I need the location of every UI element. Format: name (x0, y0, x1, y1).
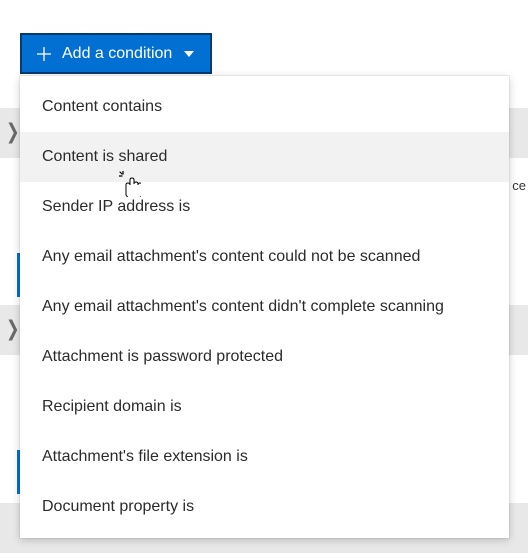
condition-option-label: Content is shared (42, 148, 167, 166)
condition-option[interactable]: Any email attachment's content could not… (20, 232, 509, 282)
plus-icon (36, 46, 52, 62)
chevron-right-icon: ❯ (6, 119, 19, 145)
condition-option-label: Attachment is password protected (42, 348, 283, 366)
condition-option-label: Sender IP address is (42, 198, 190, 216)
condition-option[interactable]: Recipient domain is (20, 382, 509, 432)
condition-option[interactable]: Content is shared (20, 132, 509, 182)
condition-option[interactable]: Content contains (20, 82, 509, 132)
condition-dropdown: Content contains Content is shared Sender … (20, 76, 509, 538)
condition-option-label: Recipient domain is (42, 398, 182, 416)
condition-option-label: Content contains (42, 98, 162, 116)
condition-option[interactable]: Document property is (20, 482, 509, 532)
condition-option[interactable]: Attachment's file extension is (20, 432, 509, 482)
condition-option[interactable]: Any email attachment's content didn't co… (20, 282, 509, 332)
condition-option-label: Any email attachment's content could not… (42, 248, 420, 266)
chevron-right-icon: ❯ (6, 316, 19, 342)
condition-option[interactable]: Attachment is password protected (20, 332, 509, 382)
condition-option[interactable]: Sender IP address is (20, 182, 509, 232)
background-text-fragment: ce (512, 178, 526, 193)
condition-option-label: Attachment's file extension is (42, 448, 248, 466)
add-condition-label: Add a condition (62, 45, 172, 63)
condition-option-label: Document property is (42, 498, 194, 516)
condition-option-label: Any email attachment's content didn't co… (42, 298, 444, 316)
add-condition-button[interactable]: Add a condition (20, 33, 212, 74)
caret-down-icon (184, 51, 194, 57)
